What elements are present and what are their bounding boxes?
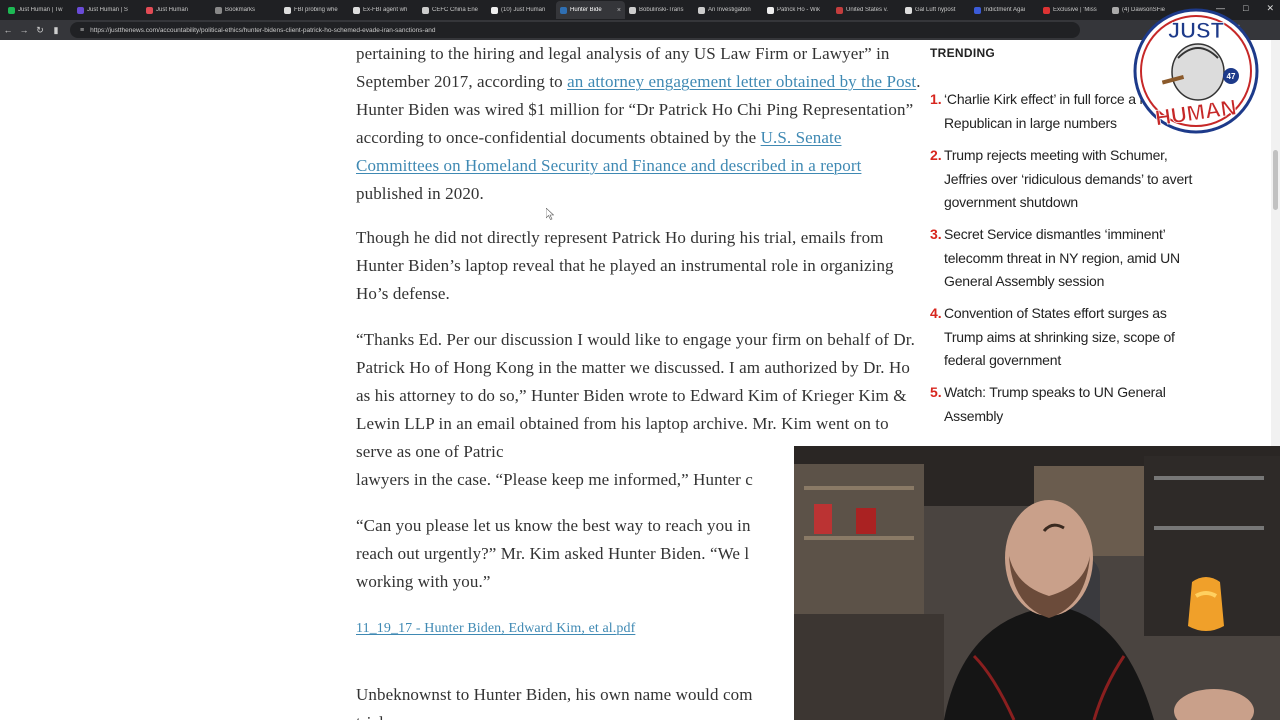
browser-tab[interactable]: United States v.: [832, 1, 901, 19]
site-info-icon[interactable]: ≡: [80, 27, 84, 34]
browser-tab[interactable]: Just Human | Tw: [4, 1, 73, 19]
webcam-overlay: [794, 446, 1280, 720]
pdf-document-link[interactable]: 11_19_17 - Hunter Biden, Edward Kim, et …: [356, 615, 635, 643]
trending-number: 1.: [930, 91, 942, 107]
browser-tab[interactable]: Exclusive | 'Miss: [1039, 1, 1108, 19]
url-bar[interactable]: ≡ https://justthenews.com/accountability…: [70, 22, 1080, 38]
browser-tab[interactable]: FBI probing whe: [280, 1, 349, 19]
trending-link[interactable]: Watch: Trump speaks to UN General Assemb…: [944, 384, 1166, 424]
tab-favicon-icon: [698, 6, 705, 14]
paragraph-text: “Thanks Ed. Per our discussion I would l…: [356, 330, 915, 461]
tab-label: Just Human: [156, 7, 189, 13]
tab-label: Bobulinski-Trans: [639, 7, 684, 13]
tab-favicon-icon: [629, 6, 636, 14]
trending-number: 5.: [930, 384, 942, 400]
tab-favicon-icon: [836, 6, 843, 14]
browser-tab[interactable]: Bookmarks: [211, 1, 280, 19]
trending-link[interactable]: Secret Service dismantles ‘imminent’ tel…: [944, 226, 1180, 289]
paragraph-line: “Can you please let us know the best way…: [356, 516, 751, 535]
tab-favicon-icon: [767, 6, 774, 14]
paragraph-text: lawyers in the case. “Please keep me inf…: [356, 470, 753, 489]
trending-number: 2.: [930, 147, 942, 163]
paragraph-text: published in 2020.: [356, 184, 484, 203]
logo-badge: 47: [1227, 72, 1236, 81]
paragraph-line: trial: [356, 713, 384, 720]
reload-icon[interactable]: ↻: [32, 25, 48, 36]
tab-label: Bookmarks: [225, 7, 256, 13]
tab-label: An Investigation: [708, 7, 751, 13]
trending-item[interactable]: 3. Secret Service dismantles ‘imminent’ t…: [930, 223, 1205, 294]
article-paragraph: Though he did not directly represent Pat…: [356, 228, 894, 303]
trending-number: 4.: [930, 305, 942, 321]
tab-favicon-icon: [1043, 6, 1050, 14]
browser-tab[interactable]: An Investigation: [694, 1, 763, 19]
engagement-letter-link[interactable]: an attorney engagement letter obtained b…: [567, 72, 916, 91]
browser-tab[interactable]: Just Human: [142, 1, 211, 19]
paragraph-line: reach out urgently?” Mr. Kim asked Hunte…: [356, 544, 750, 563]
tab-favicon-icon: [491, 6, 498, 14]
tab-favicon-icon: [560, 6, 567, 14]
browser-tab[interactable]: Bobulinski-Trans: [625, 1, 694, 19]
address-bar-row: ← → ↻ ▮ ≡ https://justthenews.com/accoun…: [0, 20, 1280, 40]
tab-close-icon[interactable]: ×: [617, 7, 621, 14]
tab-favicon-icon: [1112, 6, 1119, 14]
tab-label: Indictment Agai: [984, 7, 1026, 13]
tab-favicon-icon: [353, 6, 360, 14]
tab-favicon-icon: [77, 6, 84, 14]
channel-logo: 47 JUST HUMAN: [1133, 8, 1259, 134]
browser-tab[interactable]: (10) Just Human: [487, 1, 556, 19]
tab-favicon-icon: [215, 6, 222, 14]
browser-tab[interactable]: Just Human | S: [73, 1, 142, 19]
tab-label: (10) Just Human: [501, 7, 546, 13]
trending-item[interactable]: 2. Trump rejects meeting with Schumer, Je…: [930, 144, 1205, 215]
tab-favicon-icon: [422, 6, 429, 14]
browser-tab[interactable]: Ex-FBI agent wh: [349, 1, 418, 19]
tab-favicon-icon: [974, 6, 981, 14]
tab-label: Hunter Bide: [570, 7, 602, 13]
trending-link[interactable]: Convention of States effort surges as Tr…: [944, 305, 1175, 368]
tab-label: CEFC China Ene: [432, 7, 479, 13]
tab-label: Just Human | Tw: [18, 7, 63, 13]
trending-number: 3.: [930, 226, 942, 242]
mouse-cursor-icon: [546, 208, 554, 220]
close-window-icon[interactable]: ✕: [1266, 3, 1274, 14]
browser-tab[interactable]: Indictment Agai: [970, 1, 1039, 19]
scrollbar-thumb[interactable]: [1273, 150, 1278, 210]
article-paragraph: pertaining to the hiring and legal analy…: [356, 40, 921, 208]
browser-tab[interactable]: CEFC China Ene: [418, 1, 487, 19]
tab-label: FBI probing whe: [294, 7, 338, 13]
back-icon[interactable]: ←: [0, 25, 16, 35]
tab-favicon-icon: [8, 6, 15, 14]
tab-label: Gal Luft nypost: [915, 7, 956, 13]
tab-favicon-icon: [146, 6, 153, 14]
paragraph-line: Unbeknownst to Hunter Biden, his own nam…: [356, 685, 753, 704]
browser-tab-bar: Just Human | Tw Just Human | S Just Human B…: [0, 0, 1280, 20]
tab-favicon-icon: [284, 6, 291, 14]
browser-tab[interactable]: Patrick Ho - Wik: [763, 1, 832, 19]
tab-label: United States v.: [846, 7, 888, 13]
tab-label: Patrick Ho - Wik: [777, 7, 821, 13]
browser-tab[interactable]: Gal Luft nypost: [901, 1, 970, 19]
browser-tab[interactable]: Hunter Bide ×: [556, 1, 625, 19]
url-text: https://justthenews.com/accountability/p…: [90, 26, 436, 34]
tab-favicon-icon: [905, 6, 912, 14]
logo-text-line1: JUST: [1168, 18, 1225, 43]
trending-item[interactable]: 5. Watch: Trump speaks to UN General Asse…: [930, 381, 1205, 428]
trending-item[interactable]: 4. Convention of States effort surges as …: [930, 302, 1205, 373]
paragraph-line: working with you.”: [356, 572, 491, 591]
forward-icon[interactable]: →: [16, 25, 32, 35]
trending-link[interactable]: Trump rejects meeting with Schumer, Jeff…: [944, 147, 1192, 210]
tab-label: Ex-FBI agent wh: [363, 7, 408, 13]
tab-label: Exclusive | 'Miss: [1053, 7, 1097, 13]
bookmark-icon[interactable]: ▮: [48, 25, 64, 36]
tab-label: Just Human | S: [87, 7, 128, 13]
